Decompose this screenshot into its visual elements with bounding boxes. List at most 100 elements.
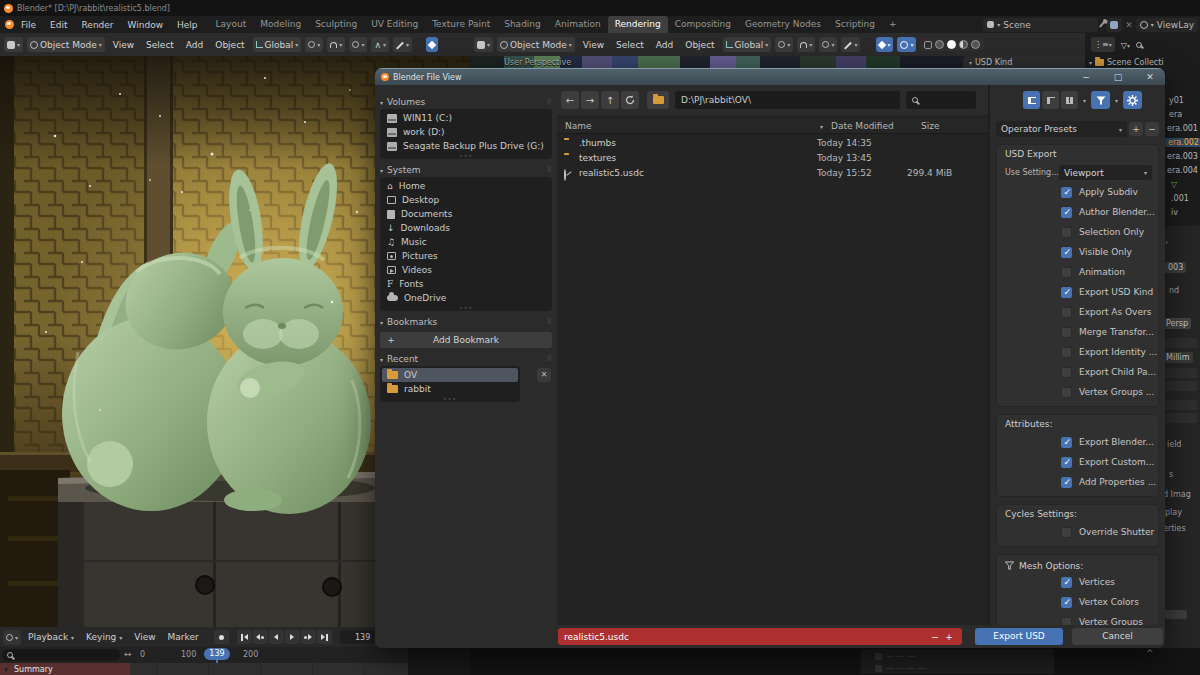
system-downloads[interactable]: ↓Downloads xyxy=(380,221,552,235)
editor-type-button[interactable]: ▾ xyxy=(4,37,23,52)
menu-edit[interactable]: Edit xyxy=(43,20,74,30)
back-button[interactable]: ← xyxy=(561,91,579,109)
perspective-chip[interactable]: Persp xyxy=(1163,318,1191,329)
checkbox[interactable] xyxy=(1061,287,1072,298)
outliner-row[interactable]: era xyxy=(1169,110,1182,119)
transform-orientation-dropdown[interactable]: Global▾ xyxy=(723,37,772,52)
pin-icon[interactable] xyxy=(1099,21,1105,28)
option-export-as-overs[interactable]: Export As Overs xyxy=(997,302,1158,322)
checkbox[interactable] xyxy=(1061,187,1072,198)
option-export-usd-kind[interactable]: Export USD Kind xyxy=(997,282,1158,302)
checkbox[interactable] xyxy=(1061,527,1072,538)
tool-settings-button[interactable]: ▾ xyxy=(876,37,893,52)
transform-orientation-dropdown[interactable]: Global▾ xyxy=(253,37,302,52)
maximize-button[interactable]: □ xyxy=(1103,69,1133,86)
system-documents[interactable]: Documents xyxy=(380,207,552,221)
outliner-row[interactable]: era.004 xyxy=(1167,166,1198,175)
outliner-filter-dropdown[interactable]: ▽▾ xyxy=(1121,40,1130,50)
select-menu[interactable]: Select xyxy=(142,40,178,50)
option-export-identity[interactable]: Export Identity ... xyxy=(997,342,1158,362)
marker-menu[interactable]: Marker xyxy=(163,632,204,642)
option-selection-only[interactable]: Selection Only xyxy=(997,222,1158,242)
file-row-textures[interactable]: textures Today 13:45 xyxy=(557,150,988,165)
outliner-row[interactable]: y01 xyxy=(1169,96,1184,105)
remove-recent-button[interactable]: ✕ xyxy=(537,368,551,382)
summary-channel[interactable]: ▾Summary xyxy=(0,663,130,675)
option-export-custom[interactable]: Export Custom... xyxy=(997,452,1158,472)
select-menu[interactable]: Select xyxy=(612,40,648,50)
view-menu[interactable]: View xyxy=(109,40,138,50)
path-field[interactable]: D:\PJ\rabbit\OV\ xyxy=(675,91,900,109)
add-preset-button[interactable]: + xyxy=(1129,122,1143,136)
checkbox[interactable] xyxy=(1061,207,1072,218)
recent-rabbit[interactable]: rabbit xyxy=(380,382,520,396)
play-button[interactable] xyxy=(285,630,300,644)
outliner-row[interactable]: .001 xyxy=(1171,194,1189,203)
decrement-button[interactable]: − xyxy=(928,632,942,642)
dialog-titlebar[interactable]: Blender File View − □ ✕ xyxy=(375,68,1165,85)
option-vertices[interactable]: Vertices xyxy=(997,572,1158,592)
snap-dropdown[interactable]: ▾ xyxy=(797,37,815,52)
minimize-button[interactable]: − xyxy=(1071,69,1101,86)
volume-win11[interactable]: WIN11 (C:) xyxy=(380,111,552,125)
outliner-display-mode[interactable]: ⋮≡▾ xyxy=(1091,37,1115,52)
checkbox[interactable] xyxy=(1061,597,1072,608)
checkbox[interactable] xyxy=(1061,347,1072,358)
object-mode-dropdown[interactable]: Object Mode▾ xyxy=(27,37,105,52)
option-override-shutter[interactable]: Override Shutter xyxy=(997,522,1158,542)
system-onedrive[interactable]: OneDrive xyxy=(380,291,552,305)
falloff-dropdown[interactable]: ∧▾ xyxy=(371,37,389,52)
tab-animation[interactable]: Animation xyxy=(548,16,608,33)
recent-section-header[interactable]: ▾Recent⠿ xyxy=(380,352,552,366)
tab-compositing[interactable]: Compositing xyxy=(668,16,738,33)
system-desktop[interactable]: Desktop xyxy=(380,193,552,207)
outliner-row[interactable]: iv xyxy=(1171,208,1178,217)
system-home[interactable]: ⌂Home xyxy=(380,179,552,193)
object-menu[interactable]: Object xyxy=(211,40,248,50)
scene-selector[interactable]: ▾ Scene xyxy=(983,18,1098,32)
vertical-list-view-button[interactable] xyxy=(1023,91,1040,109)
search-icon[interactable] xyxy=(1136,42,1142,48)
current-frame-indicator[interactable]: 139 xyxy=(204,648,230,660)
checkbox[interactable] xyxy=(1061,327,1072,338)
system-videos[interactable]: Videos xyxy=(380,263,552,277)
tab-uv-editing[interactable]: UV Editing xyxy=(364,16,425,33)
eyedropper-dropdown[interactable]: ▾ xyxy=(841,37,860,52)
outliner-row[interactable]: era.001 xyxy=(1167,124,1198,133)
checkbox[interactable] xyxy=(1061,367,1072,378)
jump-to-start-button[interactable] xyxy=(237,630,252,644)
editor-type-button[interactable]: ▾ xyxy=(3,630,21,645)
option-add-properties[interactable]: Add Properties ... xyxy=(997,472,1158,492)
proportional-editing-dropdown[interactable]: ▾ xyxy=(819,37,837,52)
option-merge-transform[interactable]: Merge Transfor... xyxy=(997,322,1158,342)
editor-type-button[interactable]: ▾ xyxy=(474,37,493,52)
jump-to-end-button[interactable] xyxy=(317,630,332,644)
checkbox[interactable] xyxy=(1061,437,1072,448)
outliner-row[interactable]: era.003 xyxy=(1167,152,1198,161)
checkbox[interactable] xyxy=(1061,227,1072,238)
volume-work[interactable]: work (D:) xyxy=(380,125,552,139)
previous-keyframe-button[interactable] xyxy=(253,630,268,644)
pivot-point-dropdown[interactable]: ▾ xyxy=(775,37,793,52)
properties-field[interactable] xyxy=(1163,381,1197,391)
option-vertex-colors[interactable]: Vertex Colors xyxy=(997,592,1158,612)
checkbox[interactable] xyxy=(1061,307,1072,318)
operator-presets-dropdown[interactable]: Operator Presets▾ xyxy=(996,121,1127,137)
playback-menu[interactable]: Playback ▾ xyxy=(23,632,79,642)
tab-layout[interactable]: Layout xyxy=(209,16,254,33)
checkbox[interactable] xyxy=(1061,477,1072,488)
use-setting-dropdown[interactable]: Viewport▾ xyxy=(1059,165,1152,180)
checkbox[interactable] xyxy=(1061,457,1072,468)
volumes-section-header[interactable]: ▾Volumes⠿ xyxy=(380,95,552,109)
option-export-child[interactable]: Export Child Pa... xyxy=(997,362,1158,382)
expand-panel-icon[interactable]: ^ xyxy=(1146,648,1154,658)
system-pictures[interactable]: Pictures xyxy=(380,249,552,263)
menu-help[interactable]: Help xyxy=(170,20,205,30)
option-export-blender[interactable]: Export Blender... xyxy=(997,432,1158,452)
mesh-data-icon[interactable]: ▽ xyxy=(1171,180,1177,189)
properties-expand-icon[interactable]: › xyxy=(1165,238,1168,247)
recent-ov[interactable]: OV xyxy=(382,368,518,382)
cancel-button[interactable]: Cancel xyxy=(1072,628,1163,645)
column-date-modified[interactable]: Date Modified xyxy=(831,121,921,131)
millimeters-chip[interactable]: Millim xyxy=(1163,352,1193,363)
